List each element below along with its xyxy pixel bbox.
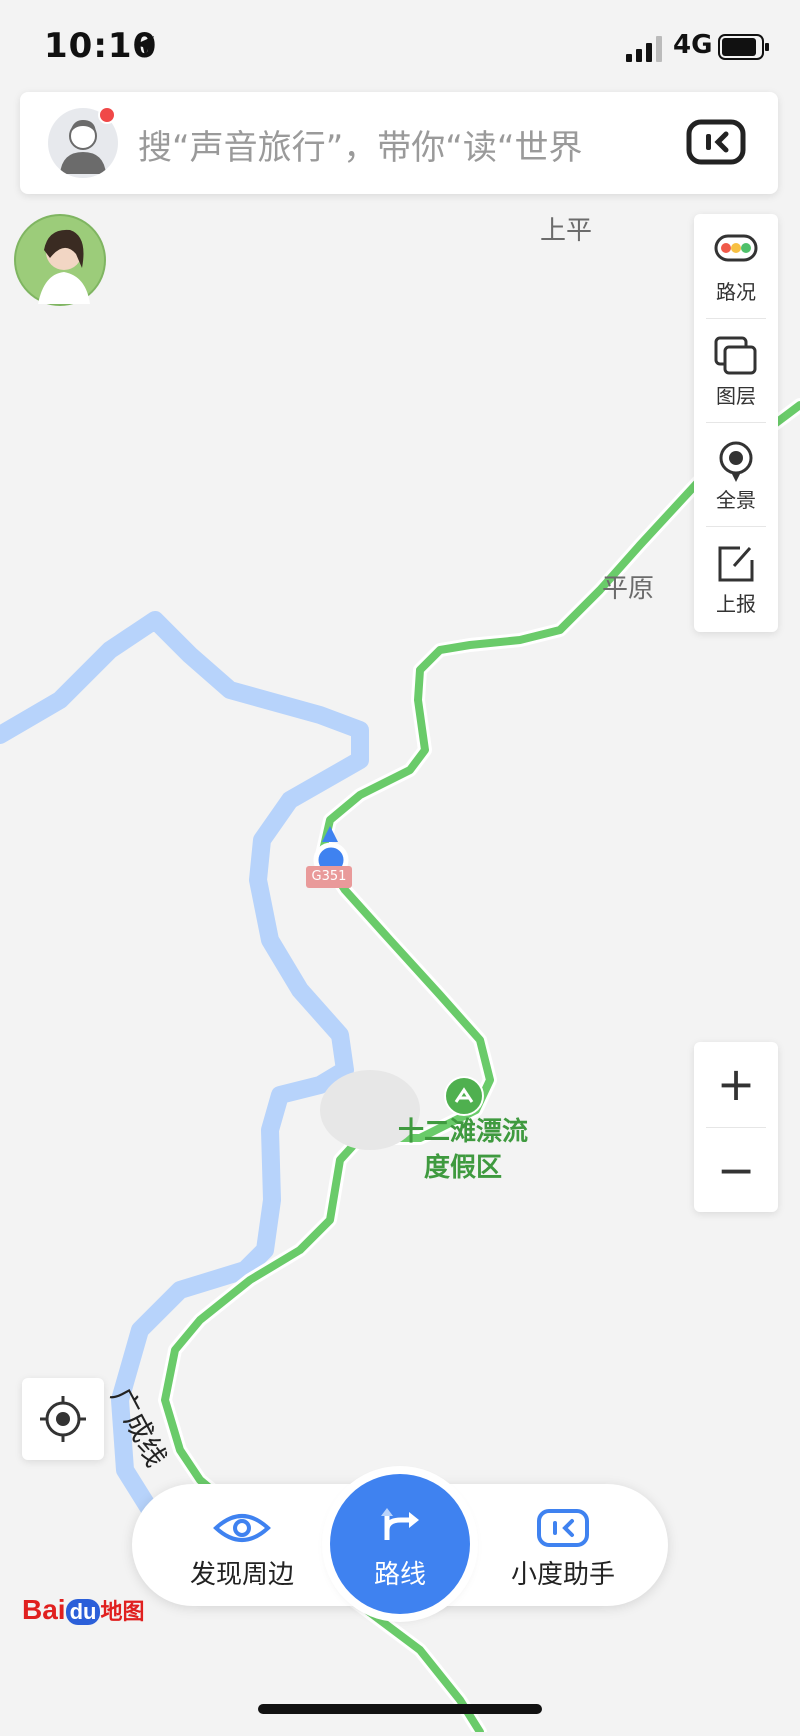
route-button[interactable]: 路线 [330, 1474, 470, 1614]
network-type: 4G [673, 30, 713, 60]
eye-icon [213, 1514, 271, 1542]
locate-button[interactable] [22, 1378, 104, 1460]
assistant-icon [537, 1509, 589, 1547]
traffic-icon [714, 234, 758, 262]
logo-text-du: du [65, 1599, 101, 1625]
panorama-label: 全景 [716, 488, 756, 512]
search-placeholder[interactable]: 搜“声音旅行”，带你“读“世界 [138, 120, 582, 169]
locate-icon [40, 1396, 86, 1442]
panorama-icon [719, 441, 753, 482]
discover-nearby-label: 发现周边 [189, 1560, 294, 1590]
route-label: 路线 [373, 1560, 426, 1590]
logo-text-bai: Bai [22, 1594, 66, 1625]
xiaodu-assistant-button[interactable]: 小度助手 [478, 1484, 648, 1606]
map-canvas[interactable]: G351 上平 平原 广成线 十二滩漂流 度假区 [0, 0, 800, 1736]
layers-button[interactable]: 图层 [694, 318, 778, 422]
search-bar[interactable]: 搜“声音旅行”，带你“读“世界 [20, 92, 778, 194]
poi-name-line1: 十二滩漂流 [397, 1117, 528, 1147]
traffic-label: 路况 [716, 280, 756, 304]
notification-dot [98, 106, 116, 124]
place-label-shangping[interactable]: 上平 [540, 210, 592, 247]
traffic-button[interactable]: 路况 [694, 214, 778, 318]
discover-nearby-button[interactable]: 发现周边 [162, 1484, 322, 1606]
assistant-icon[interactable] [686, 118, 746, 170]
poi-resort-name[interactable]: 十二滩漂流 度假区 [388, 1114, 538, 1186]
report-button[interactable]: 上报 [694, 526, 778, 630]
road-shield: G351 [306, 866, 352, 888]
logo-text-ditu: 地图 [100, 1599, 145, 1624]
baidu-map-logo: Bai du 地图 [22, 1594, 144, 1626]
map-toolbar: 路况 图层 全景 上报 [694, 214, 778, 632]
map-roads-layer [0, 398, 800, 1736]
poi-resort-icon[interactable] [444, 1076, 484, 1116]
layers-label: 图层 [716, 384, 756, 408]
report-icon [718, 546, 754, 582]
layers-icon [714, 336, 757, 375]
zoom-control: + − [694, 1042, 778, 1212]
route-arrow-icon [381, 1508, 419, 1540]
panorama-button[interactable]: 全景 [694, 422, 778, 526]
battery-icon [718, 34, 770, 64]
report-label: 上报 [716, 592, 756, 616]
zoom-out-button[interactable]: − [694, 1128, 778, 1212]
zoom-in-button[interactable]: + [694, 1042, 778, 1126]
poi-avatar-photo[interactable] [14, 214, 106, 306]
place-label-pingyuan[interactable]: 平原 [602, 568, 654, 605]
poi-name-line2: 度假区 [423, 1153, 502, 1183]
status-bar: 10:10 4G [0, 0, 800, 90]
river [0, 611, 369, 1519]
home-indicator[interactable] [258, 1704, 542, 1714]
location-arrow-icon [132, 34, 156, 62]
xiaodu-assistant-label: 小度助手 [510, 1560, 615, 1590]
signal-icon [626, 36, 666, 66]
